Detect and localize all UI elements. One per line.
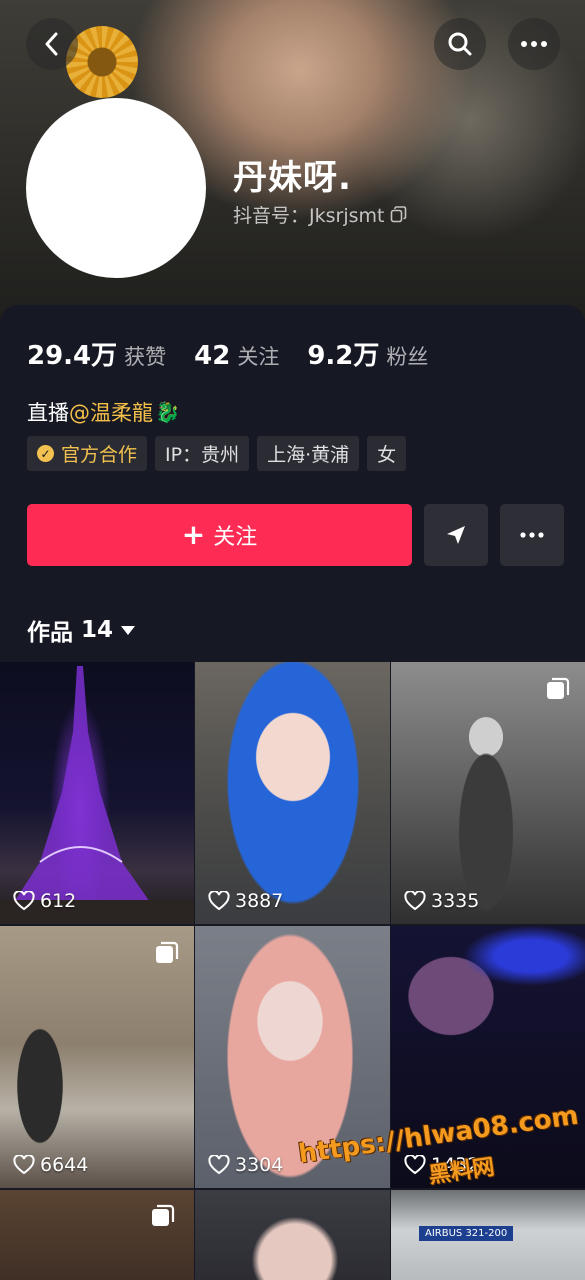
follow-label: 关注: [213, 525, 258, 550]
following-stat[interactable]: 42 关注: [194, 341, 279, 371]
douyin-id-text: 抖音号：Jksrjsmt: [233, 205, 385, 227]
search-button[interactable]: [434, 18, 486, 70]
plus-icon: +: [181, 518, 206, 551]
profile-stats: 29.4万 获赞 42 关注 9.2万 粉丝: [27, 335, 428, 372]
eiffel-tower-icon: [0, 666, 194, 924]
caret-down-icon: [121, 625, 136, 635]
heart-outline-icon: [13, 891, 35, 911]
following-count: 42: [194, 341, 231, 371]
video-likes-count: 3335: [431, 890, 480, 912]
likes-stat[interactable]: 29.4万 获赞: [27, 335, 166, 372]
heart-outline-icon: [404, 891, 426, 911]
video-thumbnail[interactable]: 6644: [0, 926, 194, 1188]
official-partner-tag[interactable]: ✓ 官方合作: [27, 436, 148, 471]
send-icon: [447, 526, 465, 544]
official-partner-label: 官方合作: [61, 444, 138, 466]
douyin-id[interactable]: 抖音号：Jksrjsmt: [233, 201, 407, 228]
works-tab[interactable]: 作品 14: [27, 613, 136, 647]
bio-mention-link[interactable]: @温柔龍: [69, 397, 153, 427]
profile-banner: 丹妹呀. 抖音号：Jksrjsmt: [0, 0, 585, 330]
heart-outline-icon: [208, 1155, 230, 1175]
likes-label: 获赞: [124, 345, 167, 369]
copy-icon[interactable]: [390, 206, 407, 223]
profile-bio: 直播 @温柔龍 🐉: [27, 397, 180, 427]
profile-tags: ✓ 官方合作 IP：贵州 上海·黄浦 女: [27, 436, 407, 471]
airbus-safety-card-text: AIRBUS 321-200: [419, 1226, 514, 1241]
video-likes-count: 3304: [235, 1154, 284, 1176]
more-dots-icon: [520, 532, 544, 538]
followers-count: 9.2万: [307, 341, 380, 371]
video-thumbnail[interactable]: 3887: [195, 662, 390, 924]
city-tag: 上海·黄浦: [257, 436, 360, 471]
avatar[interactable]: [26, 98, 206, 278]
chevron-left-icon: [45, 32, 58, 56]
multi-image-icon: [156, 941, 179, 963]
video-likes: 3304: [208, 1154, 283, 1176]
works-label: 作品: [27, 620, 73, 646]
back-button[interactable]: [26, 18, 78, 70]
profile-actions: + 关注: [27, 504, 564, 566]
follow-button[interactable]: + 关注: [27, 504, 412, 566]
works-count: 14: [81, 617, 114, 643]
more-dots-icon: [521, 41, 547, 47]
video-thumbnail[interactable]: AIRBUS 321-200: [391, 1190, 585, 1280]
heart-outline-icon: [13, 1155, 35, 1175]
video-grid: 612 3887 3335 6644 3304 1432 AIRBUS 321-…: [0, 662, 585, 1280]
video-thumbnail[interactable]: 612: [0, 662, 194, 924]
followers-label: 粉丝: [386, 345, 429, 369]
multi-image-icon: [152, 1204, 175, 1226]
search-icon: [448, 32, 472, 56]
gender-tag: 女: [367, 436, 407, 471]
verified-icon: ✓: [37, 445, 54, 462]
profile-nickname: 丹妹呀.: [233, 158, 352, 198]
video-likes-count: 3887: [235, 890, 284, 912]
ip-location-tag: IP：贵州: [155, 436, 250, 471]
heart-outline-icon: [208, 891, 230, 911]
video-likes-count: 612: [40, 890, 77, 912]
send-message-button[interactable]: [424, 504, 488, 566]
dragon-emoji-icon: 🐉: [155, 400, 180, 424]
video-likes: 3887: [208, 890, 283, 912]
likes-count: 29.4万: [27, 341, 118, 371]
video-likes-count: 6644: [40, 1154, 89, 1176]
video-thumbnail[interactable]: [195, 1190, 390, 1280]
video-likes: 3335: [404, 890, 479, 912]
bio-text: 直播: [27, 401, 69, 425]
more-actions-button[interactable]: [500, 504, 564, 566]
multi-image-icon: [547, 677, 570, 699]
video-likes: 6644: [13, 1154, 88, 1176]
video-likes: 612: [13, 890, 76, 912]
following-label: 关注: [237, 345, 280, 369]
more-options-button[interactable]: [508, 18, 560, 70]
video-thumbnail[interactable]: 3335: [391, 662, 585, 924]
followers-stat[interactable]: 9.2万 粉丝: [307, 335, 428, 372]
